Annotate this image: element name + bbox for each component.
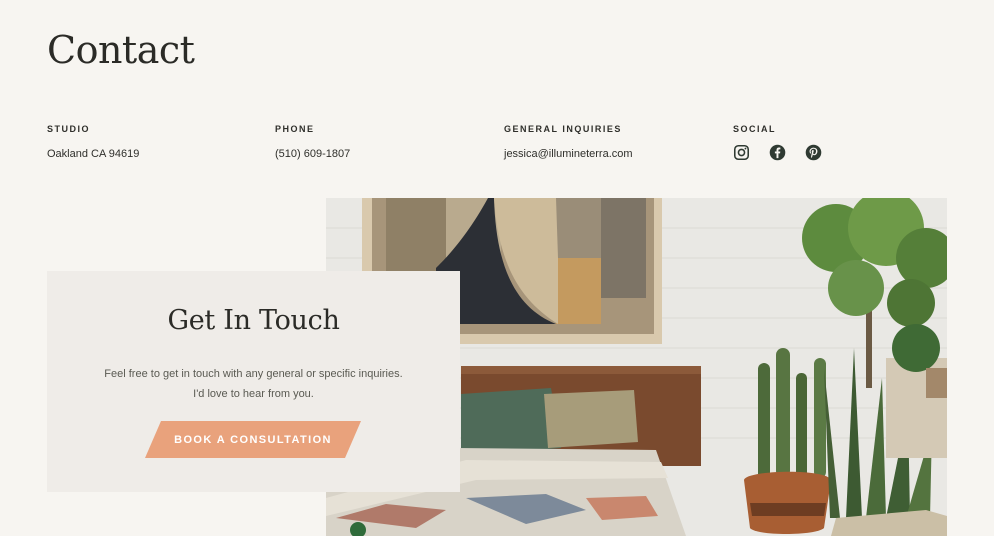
phone-label: PHONE <box>275 124 315 134</box>
book-consultation-label: BOOK A CONSULTATION <box>174 433 332 446</box>
phone-number[interactable]: (510) 609-1807 <box>275 148 350 160</box>
get-in-touch-card: Get In Touch Feel free to get in touch w… <box>47 271 460 492</box>
touch-heading: Get In Touch <box>167 305 340 336</box>
general-inquiries-label: GENERAL INQUIRIES <box>504 124 622 134</box>
pinterest-icon[interactable] <box>805 144 823 162</box>
touch-description: Feel free to get in touch with any gener… <box>47 364 460 404</box>
instagram-icon[interactable] <box>733 144 751 162</box>
facebook-icon[interactable] <box>769 144 787 162</box>
social-label: SOCIAL <box>733 124 777 134</box>
social-info: SOCIAL <box>733 124 823 162</box>
phone-info: PHONE (510) 609-1807 <box>275 124 350 160</box>
touch-line-1: Feel free to get in touch with any gener… <box>104 368 403 380</box>
email-link[interactable]: jessica@illumineterra.com <box>504 148 633 160</box>
page-title: Contact <box>47 28 195 72</box>
book-consultation-button[interactable]: BOOK A CONSULTATION <box>145 421 361 458</box>
studio-address: Oakland CA 94619 <box>47 148 140 160</box>
touch-line-2: I'd love to hear from you. <box>193 388 314 400</box>
social-links <box>733 144 823 162</box>
general-inquiries-info: GENERAL INQUIRIES jessica@illumineterra.… <box>504 124 633 160</box>
studio-info: STUDIO Oakland CA 94619 <box>47 124 139 160</box>
studio-label: STUDIO <box>47 124 91 134</box>
